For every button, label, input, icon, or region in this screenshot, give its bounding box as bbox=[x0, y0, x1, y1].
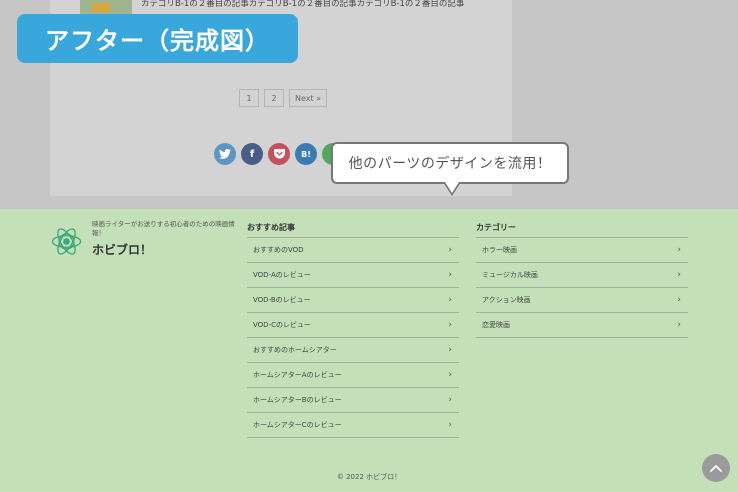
share-buttons: f B! bbox=[214, 143, 344, 165]
chevron-right-icon: › bbox=[677, 295, 681, 305]
category-list: ホラー映画 › ミュージカル映画 › アクション映画 › 恋愛映画 › bbox=[476, 237, 688, 338]
category-item[interactable]: ミュージカル映画 › bbox=[476, 263, 688, 288]
category-item[interactable]: ホラー映画 › bbox=[476, 238, 688, 263]
recommended-item-label: VOD-Bのレビュー bbox=[253, 296, 311, 304]
recommended-item-label: ホームシアターCのレビュー bbox=[253, 421, 342, 429]
chevron-right-icon: › bbox=[448, 370, 452, 380]
chevron-right-icon: › bbox=[448, 270, 452, 280]
hatena-share-button[interactable]: B! bbox=[295, 143, 317, 165]
recommended-item[interactable]: おすすめのホームシアター › bbox=[247, 338, 459, 363]
copyright-text: © 2022 ホビブロ！ bbox=[336, 473, 402, 481]
category-heading: カテゴリー bbox=[476, 223, 516, 232]
site-description: 映画ライターがお送りする初心者のための映画情報！ bbox=[92, 220, 235, 237]
category-item-label: アクション映画 bbox=[482, 296, 531, 304]
after-badge: アフター（完成図） bbox=[17, 14, 298, 63]
pagination: 1 2 Next » bbox=[239, 89, 328, 107]
category-item[interactable]: アクション映画 › bbox=[476, 288, 688, 313]
recommended-item-label: ホームシアターBのレビュー bbox=[253, 396, 342, 404]
recommended-item[interactable]: VOD-Bのレビュー › bbox=[247, 288, 459, 313]
chevron-right-icon: › bbox=[448, 395, 452, 405]
chevron-right-icon: › bbox=[677, 245, 681, 255]
recommended-heading: おすすめ記事 bbox=[247, 223, 295, 232]
next-page-button[interactable]: Next » bbox=[289, 89, 328, 107]
category-item[interactable]: 恋愛映画 › bbox=[476, 313, 688, 338]
category-item-label: ホラー映画 bbox=[482, 246, 517, 254]
chevron-right-icon: › bbox=[448, 245, 452, 255]
page-2-button[interactable]: 2 bbox=[264, 89, 284, 107]
page-1-button[interactable]: 1 bbox=[239, 89, 259, 107]
recommended-item-label: おすすめのホームシアター bbox=[253, 346, 337, 354]
recommended-item-label: VOD-Cのレビュー bbox=[253, 321, 311, 329]
chevron-right-icon: › bbox=[677, 320, 681, 330]
facebook-share-button[interactable]: f bbox=[241, 143, 263, 165]
category-item-label: ミュージカル映画 bbox=[482, 271, 538, 279]
recommended-list: おすすめのVOD › VOD-Aのレビュー › VOD-Bのレビュー › VOD-Cの… bbox=[247, 237, 459, 438]
site-name[interactable]: ホビブロ！ bbox=[92, 241, 152, 258]
callout-balloon: 他のパーツのデザインを流用！ bbox=[331, 142, 569, 184]
callout-tail-fill bbox=[445, 182, 459, 193]
twitter-share-button[interactable] bbox=[214, 143, 236, 165]
recommended-item-label: VOD-Aのレビュー bbox=[253, 271, 311, 279]
chevron-right-icon: › bbox=[677, 270, 681, 280]
article-title[interactable]: カテゴリB-1の２番目の記事カテゴリB-1の２番目の記事カテゴリB-1の２番目の… bbox=[141, 0, 464, 9]
recommended-item[interactable]: ホームシアターBのレビュー › bbox=[247, 388, 459, 413]
twitter-icon bbox=[219, 149, 231, 159]
recommended-item[interactable]: ホームシアターAのレビュー › bbox=[247, 363, 459, 388]
pocket-share-button[interactable] bbox=[268, 143, 290, 165]
chevron-right-icon: › bbox=[448, 295, 452, 305]
chevron-right-icon: › bbox=[448, 320, 452, 330]
pocket-icon bbox=[273, 149, 285, 159]
category-item-label: 恋愛映画 bbox=[482, 321, 510, 329]
chevron-up-icon bbox=[710, 465, 722, 472]
recommended-item[interactable]: ホームシアターCのレビュー › bbox=[247, 413, 459, 438]
recommended-item[interactable]: VOD-Aのレビュー › bbox=[247, 263, 459, 288]
site-logo-icon[interactable] bbox=[50, 225, 83, 258]
recommended-item[interactable]: VOD-Cのレビュー › bbox=[247, 313, 459, 338]
chevron-right-icon: › bbox=[448, 420, 452, 430]
back-to-top-button[interactable] bbox=[702, 454, 730, 482]
recommended-item-label: おすすめのVOD bbox=[253, 246, 304, 254]
recommended-item-label: ホームシアターAのレビュー bbox=[253, 371, 342, 379]
recommended-item[interactable]: おすすめのVOD › bbox=[247, 238, 459, 263]
chevron-right-icon: › bbox=[448, 345, 452, 355]
